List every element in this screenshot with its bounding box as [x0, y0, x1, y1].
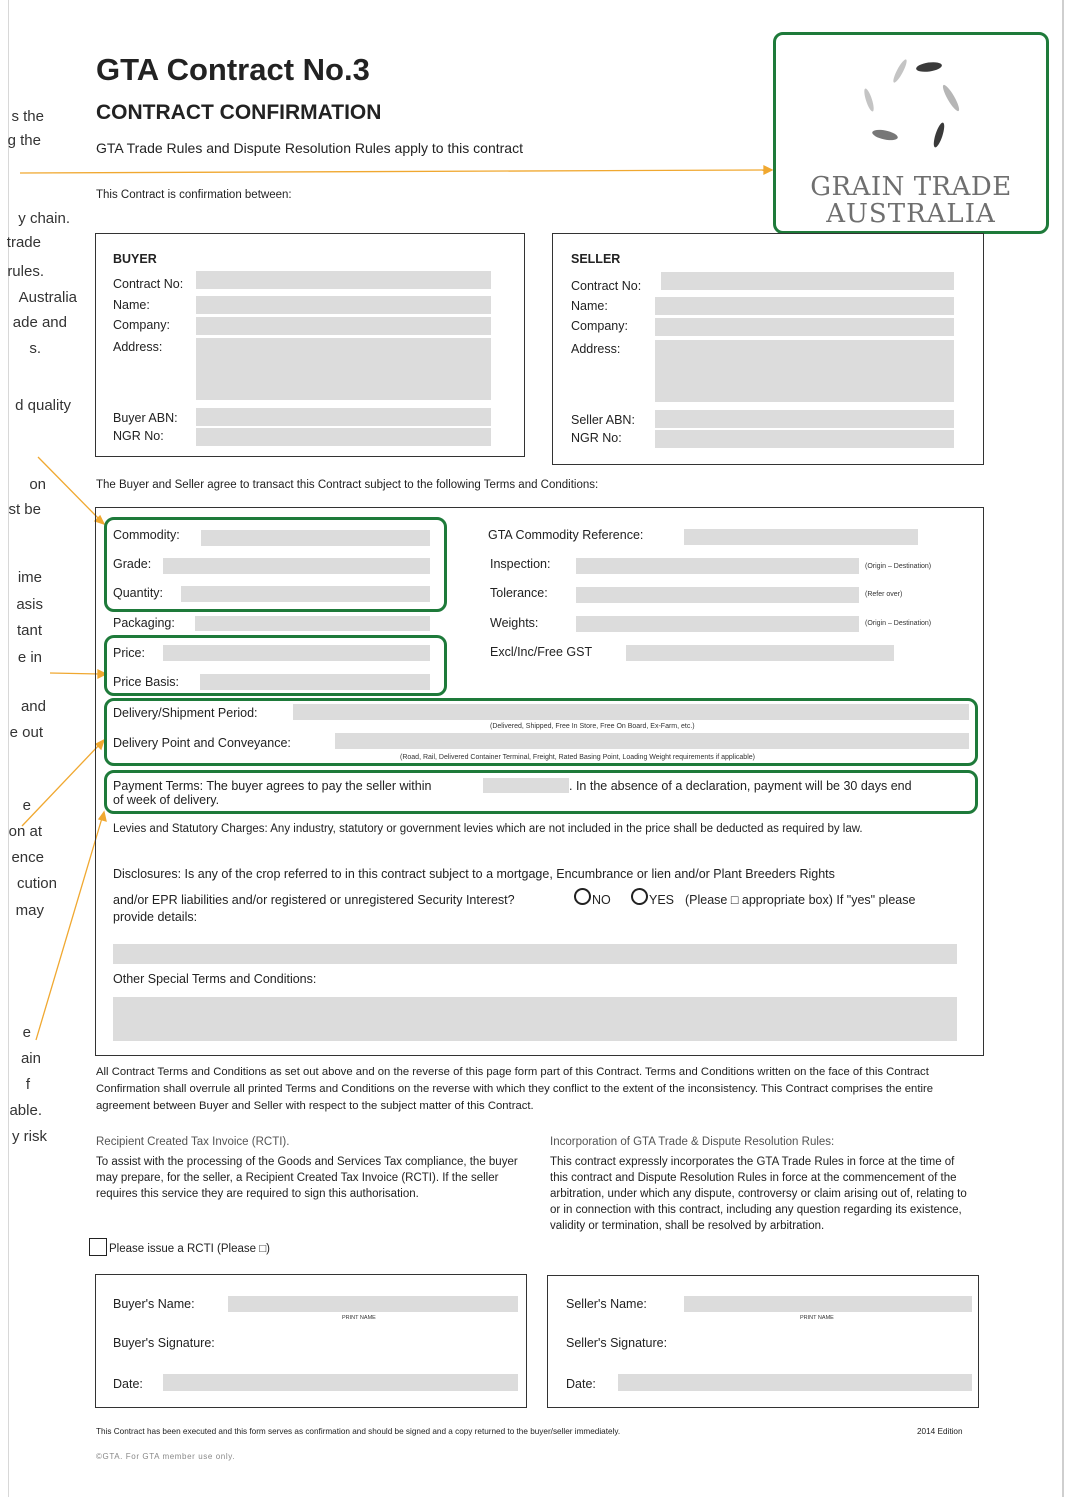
buyer-company-label: Company: [113, 318, 170, 332]
buyer-address-label: Address: [113, 340, 163, 354]
seller-name-sign-field[interactable] [684, 1296, 972, 1312]
buyer-ngr-field[interactable] [196, 428, 491, 446]
gst-label: Excl/Inc/Free GST [490, 645, 593, 659]
buyer-contract-field[interactable] [196, 271, 491, 289]
arrow-to-price [49, 672, 101, 675]
weights-field[interactable] [576, 616, 859, 632]
copyright-note: ©GTA. For GTA member use only. [96, 1452, 236, 1461]
inspection-label: Inspection: [490, 557, 551, 571]
seller-abn-label: Seller ABN: [571, 413, 635, 427]
seller-company-label: Company: [571, 319, 628, 333]
yes-radio[interactable] [631, 888, 648, 905]
no-radio[interactable] [574, 888, 591, 905]
seller-ngr-label: NGR No: [571, 431, 622, 445]
seller-contract-label: Contract No: [571, 279, 642, 293]
arrowhead [763, 164, 774, 176]
executed-note: This Contract has been executed and this… [96, 1427, 621, 1436]
commodity-highlight [104, 517, 447, 612]
buyer-print-name: PRINT NAME [342, 1315, 376, 1321]
buyer-name-sign-field[interactable] [228, 1296, 518, 1312]
intro-line: This Contract is confirmation between: [96, 189, 292, 201]
all-terms-text: All Contract Terms and Conditions as set… [96, 1066, 934, 1112]
other-terms-field[interactable] [113, 997, 957, 1041]
payment-highlight [104, 770, 978, 814]
tolerance-label: Tolerance: [490, 586, 548, 600]
seller-contract-field[interactable] [661, 272, 954, 290]
rcti-checkbox[interactable] [89, 1238, 107, 1256]
buyer-date-label: Date: [113, 1377, 143, 1391]
commodity-ref-field[interactable] [684, 529, 918, 545]
other-terms-label: Other Special Terms and Conditions: [113, 972, 317, 986]
seller-print-name: PRINT NAME [800, 1315, 834, 1321]
incorporation-body: This contract expressly incorporates the… [550, 1156, 967, 1232]
packaging-field[interactable] [195, 616, 430, 631]
disclosures-text: Disclosures: Is any of the crop referred… [113, 867, 835, 881]
grain-leaves-icon [864, 59, 960, 148]
weights-label: Weights: [490, 616, 539, 630]
disclosures-field[interactable] [113, 944, 957, 964]
logo-line2: AUSTRALIA [826, 199, 996, 229]
disclosures-details: provide details: [113, 910, 198, 924]
seller-name-label: Name: [571, 299, 608, 313]
buyer-contract-label: Contract No: [113, 277, 184, 291]
page-title: GTA Contract No.3 [96, 52, 370, 87]
buyer-name-sign-label: Buyer's Name: [113, 1297, 195, 1311]
packaging-label: Packaging: [113, 616, 175, 630]
seller-signature-label: Seller's Signature: [566, 1336, 668, 1350]
disclosures-note: (Please □ appropriate box) If "yes" plea… [685, 893, 916, 907]
buyer-company-field[interactable] [196, 317, 491, 335]
rcti-body: To assist with the processing of the Goo… [96, 1156, 518, 1200]
buyer-address-field[interactable] [196, 338, 491, 400]
incorporation-heading: Incorporation of GTA Trade & Dispute Res… [550, 1136, 835, 1148]
seller-ngr-field[interactable] [655, 430, 954, 448]
yes-label: YES [649, 893, 675, 907]
buyer-date-field[interactable] [163, 1374, 518, 1391]
arrow-to-payment [35, 817, 103, 1041]
arrow-to-delivery [21, 743, 101, 827]
arrow-to-logo [19, 169, 767, 174]
commodity-ref-label: GTA Commodity Reference: [488, 528, 644, 542]
seller-address-label: Address: [571, 342, 621, 356]
agree-line: The Buyer and Seller agree to transact t… [96, 479, 599, 491]
rcti-heading: Recipient Created Tax Invoice (RCTI). [96, 1136, 290, 1148]
buyer-ngr-label: NGR No: [113, 429, 164, 443]
buyer-abn-label: Buyer ABN: [113, 411, 178, 425]
rcti-checkbox-label: Please issue a RCTI (Please □) [109, 1243, 270, 1255]
delivery-highlight [104, 698, 978, 766]
inspection-note: (Origin – Destination) [865, 563, 932, 570]
tolerance-field[interactable] [576, 587, 859, 603]
inspection-field[interactable] [576, 558, 859, 574]
logo-line1: GRAIN TRADE [810, 172, 1012, 202]
weights-note: (Origin – Destination) [865, 620, 932, 627]
arrow-to-commodity [37, 456, 101, 521]
disclosures-text-2: and/or EPR liabilities and/or registered… [113, 893, 515, 907]
tolerance-note: (Refer over) [865, 591, 903, 598]
no-label: NO [592, 893, 611, 907]
buyer-name-field[interactable] [196, 296, 491, 314]
seller-name-field[interactable] [655, 297, 954, 315]
price-highlight [104, 635, 447, 696]
seller-address-field[interactable] [655, 340, 954, 402]
seller-date-label: Date: [566, 1377, 596, 1391]
page-subtitle: CONTRACT CONFIRMATION [96, 101, 382, 124]
gst-field[interactable] [626, 645, 894, 661]
edition-label: 2014 Edition [917, 1427, 963, 1436]
seller-name-sign-label: Seller's Name: [566, 1297, 647, 1311]
buyer-heading: BUYER [113, 252, 157, 266]
seller-abn-field[interactable] [655, 410, 954, 428]
levies-text: Levies and Statutory Charges: Any indust… [113, 823, 863, 835]
seller-company-field[interactable] [655, 318, 954, 336]
seller-heading: SELLER [571, 252, 621, 266]
buyer-abn-field[interactable] [196, 408, 491, 426]
buyer-signature-label: Buyer's Signature: [113, 1336, 215, 1350]
buyer-name-label: Name: [113, 298, 150, 312]
seller-date-field[interactable] [618, 1374, 972, 1391]
rules-line: GTA Trade Rules and Dispute Resolution R… [96, 140, 523, 156]
